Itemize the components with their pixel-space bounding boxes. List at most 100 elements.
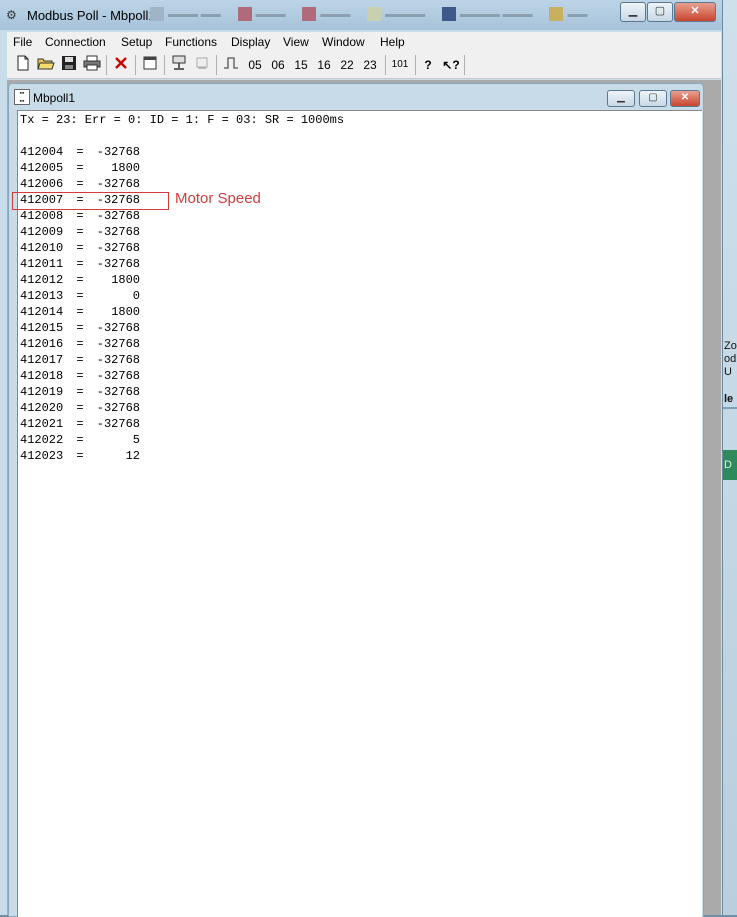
table-row[interactable]: 412016 = -32768 [20, 336, 140, 352]
background-text-2: od [724, 353, 737, 365]
register-address: 412006 [20, 177, 64, 191]
register-view[interactable]: Tx = 23: Err = 0: ID = 1: F = 03: SR = 1… [12, 110, 702, 917]
function-05-button[interactable]: 05 [245, 55, 265, 75]
register-equals: = [76, 449, 84, 463]
function-06-button[interactable]: 06 [268, 55, 288, 75]
table-row[interactable]: 412014 = 1800 [20, 304, 140, 320]
register-equals: = [76, 337, 84, 351]
register-equals: = [76, 241, 84, 255]
save-icon[interactable] [59, 55, 79, 75]
table-row[interactable]: 412020 = -32768 [20, 400, 140, 416]
menu-functions[interactable]: Functions [165, 35, 217, 49]
register-address: 412022 [20, 433, 64, 447]
menu-bar: File Connection Setup Functions Display … [7, 32, 721, 52]
menu-file[interactable]: File [13, 35, 32, 49]
register-equals: = [76, 145, 84, 159]
register-address: 412018 [20, 369, 64, 383]
table-row[interactable]: 412019 = -32768 [20, 384, 140, 400]
table-row[interactable]: 412006 = -32768 [20, 176, 140, 192]
table-row[interactable]: 412022 = 5 [20, 432, 140, 448]
help-icon[interactable]: ? [419, 55, 437, 75]
menu-connection[interactable]: Connection [45, 35, 106, 49]
menu-help[interactable]: Help [380, 35, 405, 49]
register-equals: = [76, 401, 84, 415]
child-maximize-button[interactable]: ▢ [639, 90, 667, 107]
register-value: -32768 [96, 177, 140, 191]
register-value: -32768 [96, 257, 140, 271]
table-row[interactable]: 412012 = 1800 [20, 272, 140, 288]
register-value: -32768 [96, 385, 140, 399]
register-address: 412020 [20, 401, 64, 415]
table-row[interactable]: 412017 = -32768 [20, 352, 140, 368]
menu-setup[interactable]: Setup [121, 35, 152, 49]
modbus-poll-window: ⚙ Modbus Poll - Mbpoll1 ▬▬▬ ▬▬ ▬▬▬ ▬▬▬ ▬… [0, 0, 723, 917]
new-document-icon[interactable] [13, 55, 33, 75]
disconnect-icon[interactable] [192, 55, 212, 75]
register-address: 412015 [20, 321, 64, 335]
register-address: 412013 [20, 289, 64, 303]
toolbar: 05 06 15 16 22 23 101 ? ↖? [7, 52, 721, 79]
window-icon[interactable] [140, 55, 160, 75]
menu-window[interactable]: Window [322, 35, 365, 49]
register-equals: = [76, 433, 84, 447]
register-address: 412023 [20, 449, 64, 463]
modbus-app-icon[interactable]: ⚙ [6, 8, 22, 22]
table-row[interactable]: 412009 = -32768 [20, 224, 140, 240]
toolbar-separator [135, 55, 136, 75]
function-23-button[interactable]: 23 [360, 55, 380, 75]
child-minimize-button[interactable]: ▁ [607, 90, 635, 107]
close-button[interactable]: ✕ [674, 2, 716, 22]
table-row[interactable]: 412005 = 1800 [20, 160, 140, 176]
motor-speed-highlight-box [12, 192, 169, 210]
background-text-3: U [724, 366, 732, 378]
connect-icon[interactable] [169, 55, 189, 75]
table-row[interactable]: 412008 = -32768 [20, 208, 140, 224]
menu-display[interactable]: Display [231, 35, 270, 49]
function-16-button[interactable]: 16 [314, 55, 334, 75]
table-row[interactable]: 412021 = -32768 [20, 416, 140, 432]
table-row[interactable]: 412018 = -32768 [20, 368, 140, 384]
mbpoll-document-icon[interactable]: ▪▪ ▪▪ [14, 89, 30, 105]
register-value: -32768 [96, 241, 140, 255]
title-bar[interactable]: ⚙ Modbus Poll - Mbpoll1 ▬▬▬ ▬▬ ▬▬▬ ▬▬▬ ▬… [0, 0, 722, 30]
table-row[interactable]: 412013 = 0 [20, 288, 140, 304]
register-address: 412012 [20, 273, 64, 287]
minimize-button[interactable]: ▁ [620, 2, 646, 22]
register-address: 412011 [20, 257, 64, 271]
context-help-icon[interactable]: ↖? [440, 55, 462, 75]
register-equals: = [76, 369, 84, 383]
function-15-button[interactable]: 15 [291, 55, 311, 75]
mbpoll1-child-window: ▪▪ ▪▪ Mbpoll1 ▁ ▢ ✕ Tx = 23: Err = 0: ID … [8, 83, 704, 917]
register-value: 1800 [111, 273, 140, 287]
register-address: 412017 [20, 353, 64, 367]
open-folder-icon[interactable] [36, 55, 56, 75]
register-equals: = [76, 305, 84, 319]
register-value: -32768 [96, 417, 140, 431]
register-address: 412009 [20, 225, 64, 239]
register-value: -32768 [96, 321, 140, 335]
toolbar-separator [216, 55, 217, 75]
table-row[interactable]: 412015 = -32768 [20, 320, 140, 336]
printer-icon[interactable] [82, 55, 102, 75]
table-row[interactable]: 412011 = -32768 [20, 256, 140, 272]
register-equals: = [76, 273, 84, 287]
register-equals: = [76, 225, 84, 239]
toolbar-separator [415, 55, 416, 75]
table-row[interactable]: 412023 = 12 [20, 448, 140, 464]
register-equals: = [76, 417, 84, 431]
background-text-5: D [724, 459, 732, 471]
menu-view[interactable]: View [283, 35, 309, 49]
register-value: -32768 [96, 337, 140, 351]
function-22-button[interactable]: 22 [337, 55, 357, 75]
child-close-button[interactable]: ✕ [670, 90, 700, 107]
motor-speed-annotation: Motor Speed [175, 190, 261, 207]
bits-101-button[interactable]: 101 [389, 55, 411, 75]
register-address: 412019 [20, 385, 64, 399]
table-row[interactable]: 412010 = -32768 [20, 240, 140, 256]
pulse-icon[interactable] [221, 55, 241, 75]
delete-icon[interactable] [111, 55, 131, 75]
register-value: -32768 [96, 401, 140, 415]
table-row[interactable]: 412004 = -32768 [20, 144, 140, 160]
status-line: Tx = 23: Err = 0: ID = 1: F = 03: SR = 1… [20, 113, 345, 127]
maximize-button[interactable]: ▢ [647, 2, 673, 22]
